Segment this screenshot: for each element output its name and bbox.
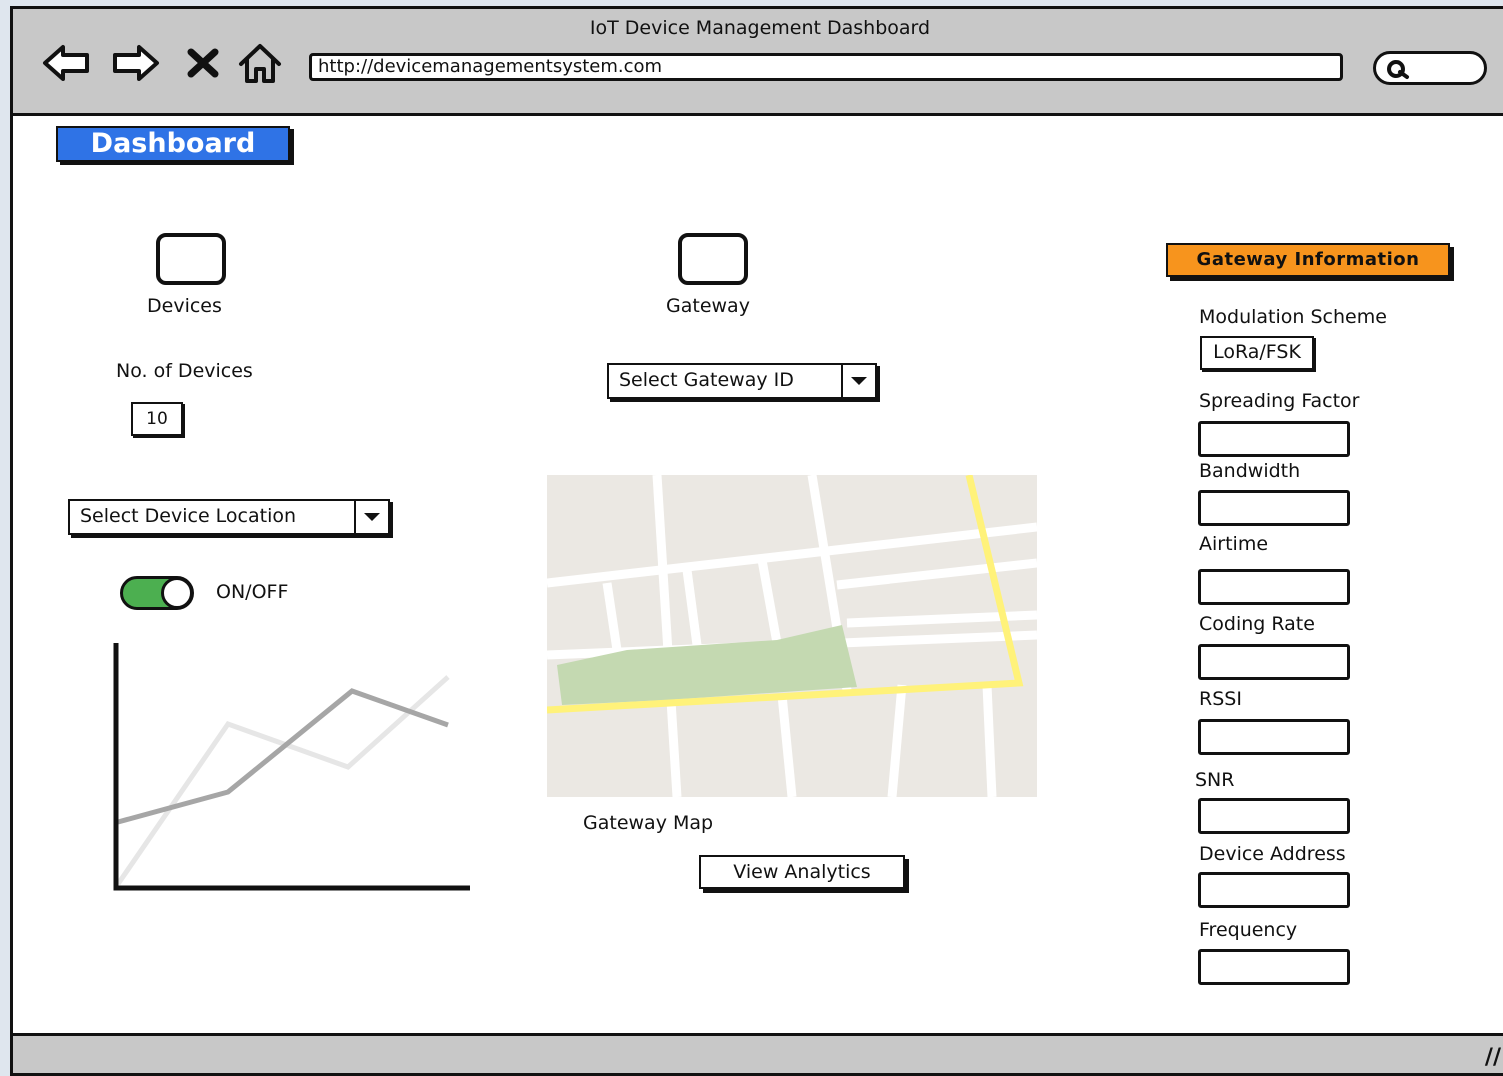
resize-grip-icon[interactable]: // <box>1485 1045 1501 1070</box>
snr-field[interactable] <box>1198 798 1350 834</box>
chart-axes <box>113 643 470 891</box>
dashboard-button[interactable]: Dashboard <box>56 126 290 162</box>
toggle-label: ON/OFF <box>216 581 289 603</box>
bandwidth-label: Bandwidth <box>1199 460 1301 482</box>
close-icon[interactable] <box>185 42 221 84</box>
rssi-label: RSSI <box>1199 688 1242 710</box>
title-bar: IoT Device Management Dashboard http://d… <box>13 9 1503 116</box>
arrow-left-icon[interactable] <box>41 42 91 84</box>
gateway-map[interactable] <box>547 475 1037 797</box>
status-bar: // <box>13 1033 1503 1073</box>
view-analytics-button[interactable]: View Analytics <box>699 855 905 889</box>
device-address-label: Device Address <box>1199 843 1346 865</box>
snr-label: SNR <box>1195 769 1235 791</box>
browser-window: IoT Device Management Dashboard http://d… <box>10 6 1503 1076</box>
home-icon[interactable] <box>237 42 283 84</box>
chart-series-dark <box>117 688 449 825</box>
search-icon <box>1387 60 1409 79</box>
gateway-label: Gateway <box>666 295 750 317</box>
modulation-scheme-value[interactable]: LoRa/FSK <box>1200 336 1314 370</box>
gateway-info-header: Gateway Information <box>1166 243 1450 277</box>
airtime-field[interactable] <box>1198 569 1350 605</box>
toggle-knob[interactable] <box>161 577 193 609</box>
device-line-chart <box>113 643 470 891</box>
coding-rate-label: Coding Rate <box>1199 613 1315 635</box>
device-address-field[interactable] <box>1198 872 1350 908</box>
modulation-scheme-label: Modulation Scheme <box>1199 306 1387 328</box>
coding-rate-field[interactable] <box>1198 644 1350 680</box>
airtime-label: Airtime <box>1199 533 1269 555</box>
gateway-id-select-text: Select Gateway ID <box>619 369 794 391</box>
devices-icon[interactable] <box>156 233 226 285</box>
device-location-select[interactable]: Select Device Location <box>68 499 390 535</box>
rssi-field[interactable] <box>1198 719 1350 755</box>
power-toggle[interactable] <box>120 576 194 610</box>
chevron-down-icon[interactable] <box>354 501 388 533</box>
bandwidth-field[interactable] <box>1198 490 1350 526</box>
url-bar[interactable]: http://devicemanagementsystem.com <box>309 53 1343 81</box>
gateway-map-label: Gateway Map <box>583 812 714 834</box>
frequency-label: Frequency <box>1199 919 1298 941</box>
arrow-right-icon[interactable] <box>111 42 161 84</box>
chevron-down-icon[interactable] <box>841 365 875 397</box>
search-input[interactable] <box>1373 51 1487 85</box>
gateway-id-select[interactable]: Select Gateway ID <box>607 363 877 399</box>
frequency-field[interactable] <box>1198 949 1350 985</box>
gateway-icon[interactable] <box>678 233 748 285</box>
spreading-factor-field[interactable] <box>1198 421 1350 457</box>
device-count-label: No. of Devices <box>116 360 253 382</box>
spreading-factor-label: Spreading Factor <box>1199 390 1360 412</box>
window-title: IoT Device Management Dashboard <box>589 17 931 39</box>
device-count-value: 10 <box>131 402 183 436</box>
device-location-select-text: Select Device Location <box>80 505 297 527</box>
devices-label: Devices <box>147 295 222 317</box>
